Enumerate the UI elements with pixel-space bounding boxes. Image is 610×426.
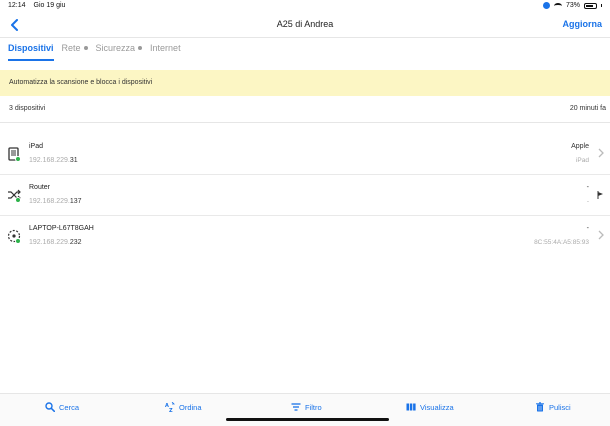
automation-banner[interactable]: Automatizza la scansione e blocca i disp… (0, 70, 610, 96)
sort-button[interactable]: AZ Ordina (165, 402, 202, 412)
location-icon (542, 2, 550, 9)
device-ip: 192.168.229.137 (29, 198, 82, 205)
status-bar: 12:14 Gio 19 giu 73% (0, 0, 610, 13)
tab-network[interactable]: Rete (62, 38, 88, 61)
refresh-button[interactable]: Aggiorna (563, 19, 603, 29)
device-name: LAPTOP-L67T8GAH (29, 225, 94, 232)
battery-percent: 73% (565, 2, 580, 9)
battery-icon (584, 2, 597, 9)
chevron-right-icon (598, 148, 604, 158)
device-count: 3 dispositivi (9, 105, 46, 112)
sort-az-icon: AZ (165, 402, 175, 412)
filter-icon (291, 403, 301, 411)
device-list: iPad 192.168.229.31 Apple iPad Router 19… (0, 134, 610, 257)
device-row-ipad[interactable]: iPad 192.168.229.31 Apple iPad (0, 134, 610, 175)
tab-devices[interactable]: Dispositivi (8, 38, 54, 61)
last-scan-time: 20 minuti fa (569, 105, 606, 112)
view-button[interactable]: Visualizza (406, 402, 454, 412)
columns-icon (406, 403, 416, 411)
device-vendor: - (586, 225, 589, 232)
tab-security[interactable]: Sicurezza (96, 38, 143, 61)
device-name: Router (29, 184, 51, 191)
online-status-dot (15, 197, 21, 203)
tab-badge-dot (83, 46, 88, 50)
device-name: iPad (29, 143, 44, 150)
chevron-right-icon (598, 230, 604, 240)
clean-button[interactable]: Pulisci (535, 402, 571, 412)
device-vendor: Apple (571, 143, 589, 150)
bottom-toolbar: Cerca AZ Ordina Filtro Visualizza Pulisc… (0, 393, 610, 426)
scan-summary: 3 dispositivi 20 minuti fa (0, 96, 610, 123)
search-button[interactable]: Cerca (45, 402, 79, 412)
status-date: Gio 19 giu (33, 2, 66, 9)
device-mac: 8C:55:4A:A5:85:93 (534, 239, 589, 246)
search-icon (45, 402, 55, 412)
flag-icon (597, 191, 603, 199)
device-detail: - (586, 198, 589, 205)
device-vendor: - (586, 184, 589, 191)
svg-text:Z: Z (169, 408, 173, 412)
device-row-laptop[interactable]: LAPTOP-L67T8GAH 192.168.229.232 - 8C:55:… (0, 216, 610, 257)
tab-bar: Dispositivi Rete Sicurezza Internet (8, 38, 181, 61)
device-ip: 192.168.229.232 (29, 239, 82, 246)
device-ip: 192.168.229.31 (29, 157, 78, 164)
wifi-icon (553, 2, 562, 9)
navigation-bar: A25 di Andrea Aggiorna (0, 13, 610, 38)
tab-badge-dot (138, 46, 143, 50)
app-root: 12:14 Gio 19 giu 73% A25 di Andrea Aggio… (0, 0, 610, 426)
online-status-dot (15, 238, 21, 244)
trash-icon (536, 402, 544, 412)
tab-internet[interactable]: Internet (150, 38, 181, 61)
status-time: 12:14 (8, 2, 26, 9)
device-row-router[interactable]: Router 192.168.229.137 - - (0, 175, 610, 216)
device-detail: iPad (575, 157, 589, 164)
page-title: A25 di Andrea (276, 19, 334, 29)
home-indicator[interactable] (226, 418, 389, 421)
online-status-dot (15, 156, 21, 162)
filter-button[interactable]: Filtro (291, 402, 322, 412)
